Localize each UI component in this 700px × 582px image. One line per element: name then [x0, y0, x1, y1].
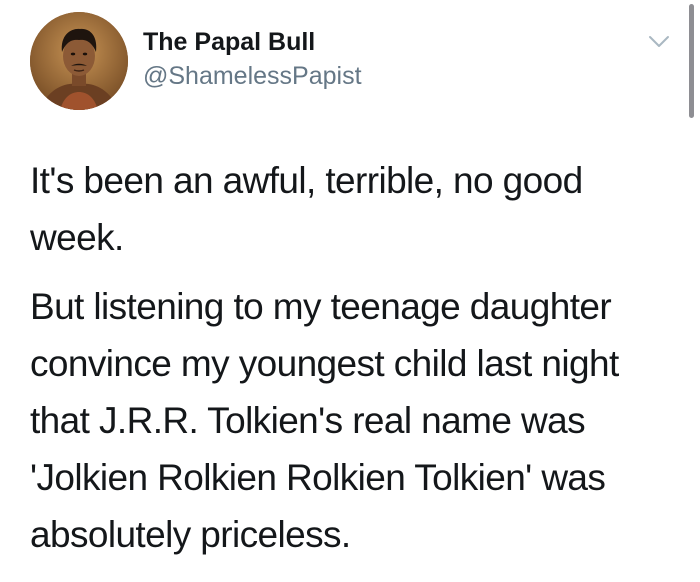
- avatar-image: [30, 12, 128, 110]
- tweet-paragraph: It's been an awful, terrible, no good we…: [30, 160, 583, 258]
- tweet-text: It's been an awful, terrible, no good we…: [30, 152, 680, 563]
- tweet-card: The Papal Bull @ShamelessPapist It's bee…: [0, 0, 700, 582]
- author-handle[interactable]: @ShamelessPapist: [143, 61, 362, 91]
- scrollbar[interactable]: [689, 4, 694, 118]
- chevron-down-icon[interactable]: [648, 34, 670, 50]
- author-display-name[interactable]: The Papal Bull: [143, 27, 315, 57]
- avatar[interactable]: [30, 12, 128, 110]
- tweet-paragraph: But listening to my teenage daughter con…: [30, 286, 619, 555]
